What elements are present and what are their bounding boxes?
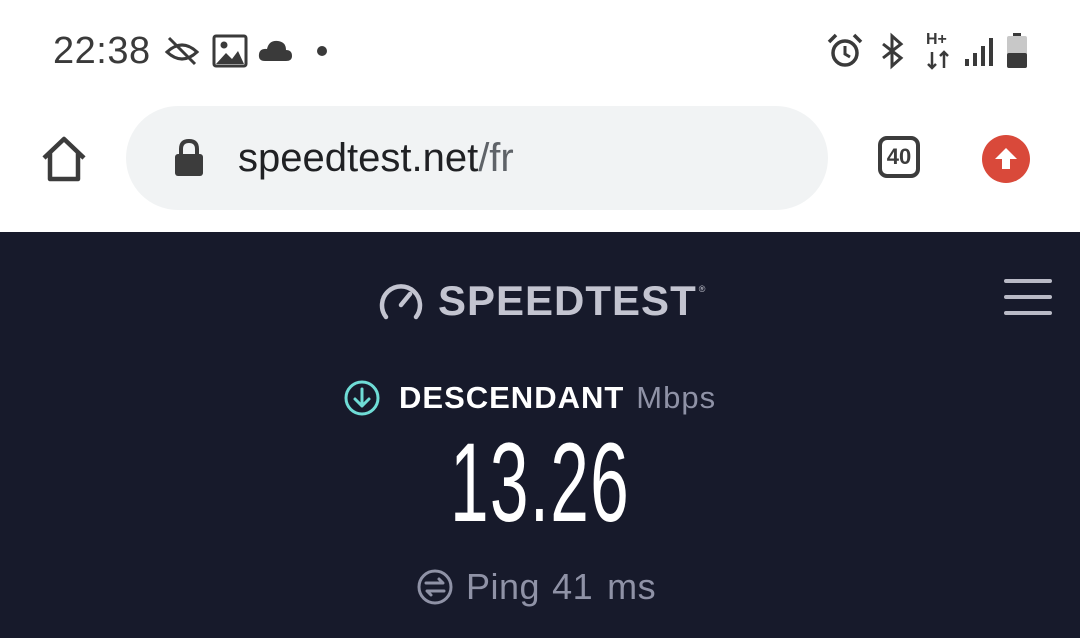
brand-name: SPEEDTEST xyxy=(438,277,697,324)
speedometer-icon xyxy=(379,284,423,320)
status-bar: 22:38 H+ xyxy=(0,0,1080,100)
arrow-up-icon xyxy=(995,148,1017,169)
ping-icon xyxy=(417,569,453,605)
update-button[interactable] xyxy=(982,135,1030,183)
tab-switcher-button[interactable]: 40 xyxy=(878,136,920,178)
ping-label: Ping xyxy=(466,566,541,607)
ping-row: Ping 41 ms xyxy=(416,566,656,608)
lock-icon[interactable] xyxy=(172,138,206,178)
battery-icon xyxy=(1007,33,1027,68)
trademark-mark: ® xyxy=(698,284,706,294)
download-header: DESCENDANT Mbps xyxy=(343,378,716,418)
hamburger-menu-icon[interactable] xyxy=(1004,279,1052,315)
address-bar[interactable]: speedtest.net/fr xyxy=(126,106,828,210)
bluetooth-icon xyxy=(882,32,904,70)
tab-count: 40 xyxy=(886,144,912,169)
download-speed-value: 13.26 xyxy=(450,420,630,545)
image-icon xyxy=(212,34,248,68)
signal-icon xyxy=(965,38,993,66)
network-type-label: H+ xyxy=(926,31,947,48)
speedtest-logo[interactable]: SPEEDTEST ® xyxy=(378,277,706,324)
dot-icon xyxy=(317,46,327,56)
status-time: 22:38 xyxy=(53,30,151,72)
download-label: DESCENDANT xyxy=(399,380,625,415)
cloud-icon xyxy=(258,40,292,61)
home-icon[interactable] xyxy=(38,133,90,185)
alarm-icon xyxy=(827,33,863,67)
download-arrow-icon xyxy=(344,380,380,416)
hplus-data-icon: H+ xyxy=(924,31,954,70)
url-path: /fr xyxy=(478,136,514,180)
speedtest-page: SPEEDTEST ® DESCENDANT Mbps 13.26 Ping 4… xyxy=(0,232,1080,638)
ping-unit: ms xyxy=(607,566,657,607)
url-domain: speedtest.net xyxy=(238,136,479,180)
browser-toolbar: speedtest.net/fr 40 xyxy=(0,100,1080,232)
url-text[interactable]: speedtest.net/fr xyxy=(238,136,514,181)
ping-value: 41 xyxy=(552,566,594,607)
eye-off-icon xyxy=(164,36,200,66)
speed-unit: Mbps xyxy=(636,380,717,415)
